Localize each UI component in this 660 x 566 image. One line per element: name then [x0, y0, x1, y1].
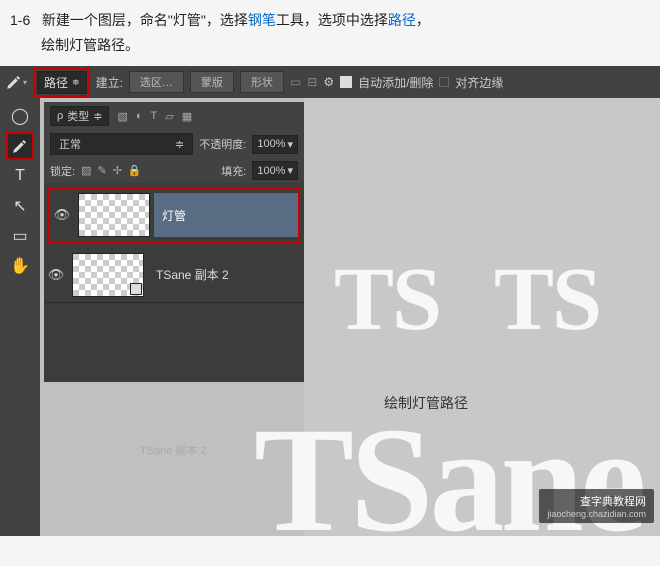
canvas-area[interactable]: TS TS 绘制灯管路径 TSane	[304, 98, 660, 536]
link-pen: 钢笔	[248, 12, 276, 28]
filter-smart-icon[interactable]: ▦	[182, 110, 192, 123]
path-selection-tool[interactable]: ↖	[6, 192, 34, 220]
workspace: ◯ T ↖ ▭ ✋ ρ类型≑ ▧ ◐ T ▱ ▦	[0, 98, 660, 536]
lasso-tool[interactable]: ◯	[6, 102, 34, 130]
toolbox: ◯ T ↖ ▭ ✋	[0, 98, 40, 536]
pen-tool[interactable]	[6, 132, 34, 160]
link-path: 路径	[388, 12, 416, 28]
make-shape-button[interactable]: 形状	[240, 71, 284, 93]
auto-add-label: 自动添加/删除	[358, 74, 433, 91]
hand-tool[interactable]: ✋	[6, 252, 34, 280]
layer-item[interactable]: 👁 TSane 副本 2	[44, 247, 304, 303]
layer-item-selected[interactable]: 👁 灯管	[48, 187, 300, 243]
canvas-text-ts2: TS	[494, 248, 600, 351]
layers-blend-row: 正常≑ 不透明度: 100%▾	[44, 130, 304, 158]
instruction-text: 1-6 新建一个图层，命名"灯管"，选择钢笔工具，选项中选择路径， 绘制灯管路径…	[0, 0, 660, 66]
watermark-title: 查字典教程网	[547, 493, 646, 509]
canvas-text-ts1: TS	[334, 248, 440, 351]
fill-label: 填充:	[221, 163, 246, 179]
make-mask-button[interactable]: 蒙版	[190, 71, 234, 93]
lock-transparent-icon[interactable]: ▨	[81, 164, 91, 177]
visibility-toggle-icon[interactable]: 👁	[50, 207, 74, 223]
watermark: 查字典教程网 jiaocheng.chazidian.com	[539, 489, 654, 523]
tool-mode-dropdown[interactable]: 路径 ≑	[37, 71, 87, 94]
mode-dropdown-highlight: 路径 ≑	[34, 68, 90, 97]
path-align-icon[interactable]: ⊟	[307, 75, 317, 89]
filter-pixel-icon[interactable]: ▧	[117, 110, 127, 123]
auto-add-checkbox[interactable]	[340, 76, 352, 88]
canvas-text-tsane: TSane	[254, 394, 642, 566]
filter-adjust-icon[interactable]: ◐	[136, 110, 143, 123]
gear-icon[interactable]: ⚙	[323, 75, 334, 89]
filter-icons: ▧ ◐ T ▱ ▦	[117, 110, 192, 123]
rectangle-tool[interactable]: ▭	[6, 222, 34, 250]
align-edges-checkbox[interactable]	[439, 77, 449, 87]
layer-thumbnail[interactable]	[78, 193, 150, 237]
type-tool[interactable]: T	[6, 162, 34, 190]
pen-tool-preset-icon[interactable]: ▾	[4, 70, 28, 94]
path-ops-icon[interactable]: ▭	[290, 75, 301, 89]
align-edges-label: 对齐边缘	[455, 74, 503, 91]
lock-label: 锁定:	[50, 163, 75, 179]
chevron-down-icon: ≑	[72, 77, 80, 88]
layer-name[interactable]: TSane 副本 2	[148, 266, 304, 283]
build-label: 建立:	[96, 74, 123, 91]
make-selection-button[interactable]: 选区…	[129, 71, 184, 93]
lock-all-icon[interactable]: 🔒	[128, 164, 142, 177]
lock-image-icon[interactable]: ✎	[97, 164, 106, 177]
options-bar: ▾ 路径 ≑ 建立: 选区… 蒙版 形状 ▭ ⊟ ⚙ 自动添加/删除 对齐边缘	[0, 66, 660, 98]
opacity-label: 不透明度:	[199, 136, 246, 152]
lock-position-icon[interactable]: ✢	[113, 164, 122, 177]
layers-list: 👁 灯管 👁 TSane 副本 2	[44, 183, 304, 382]
layer-thumbnail[interactable]	[72, 253, 144, 297]
layers-filter-row: ρ类型≑ ▧ ◐ T ▱ ▦	[44, 102, 304, 130]
opacity-input[interactable]: 100%▾	[252, 135, 298, 154]
visibility-toggle-icon[interactable]: 👁	[44, 267, 68, 283]
step-number: 1-6	[10, 12, 30, 28]
filter-type-icon[interactable]: T	[151, 110, 158, 123]
blend-mode-dropdown[interactable]: 正常≑	[50, 133, 193, 155]
layers-lock-row: 锁定: ▨ ✎ ✢ 🔒 填充: 100%▾	[44, 158, 304, 183]
layers-panel: ρ类型≑ ▧ ◐ T ▱ ▦ 正常≑ 不透明度: 100%▾	[44, 102, 304, 382]
watermark-url: jiaocheng.chazidian.com	[547, 509, 646, 519]
fill-input[interactable]: 100%▾	[252, 161, 298, 180]
filter-shape-icon[interactable]: ▱	[165, 110, 173, 123]
filter-type-dropdown[interactable]: ρ类型≑	[50, 106, 109, 126]
layer-name[interactable]: 灯管	[154, 193, 298, 237]
